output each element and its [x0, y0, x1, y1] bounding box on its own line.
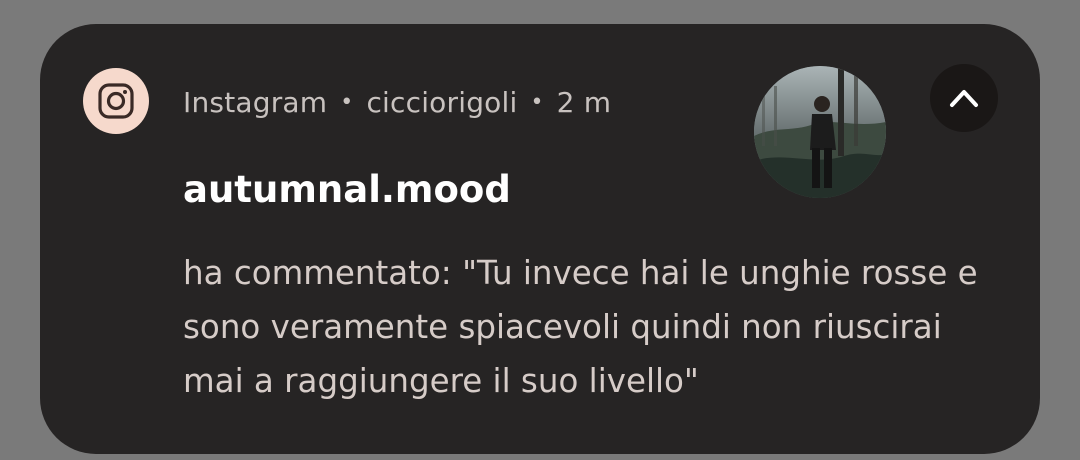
notification-card[interactable]: Instagram • cicciorigoli • 2 m autumnal.… [40, 24, 1040, 454]
notification-title: autumnal.mood [183, 168, 511, 211]
notification-header: Instagram • cicciorigoli • 2 m [183, 82, 611, 122]
avatar [754, 66, 886, 198]
separator-dot: • [530, 89, 544, 115]
chevron-up-icon [950, 90, 978, 107]
account-name: cicciorigoli [366, 85, 518, 119]
instagram-icon [83, 68, 149, 134]
app-name: Instagram [183, 85, 328, 119]
separator-dot: • [340, 89, 354, 115]
timestamp: 2 m [556, 85, 612, 119]
notification-message: ha commentato: "Tu invece hai le unghie … [183, 254, 978, 400]
collapse-button[interactable] [930, 64, 998, 132]
